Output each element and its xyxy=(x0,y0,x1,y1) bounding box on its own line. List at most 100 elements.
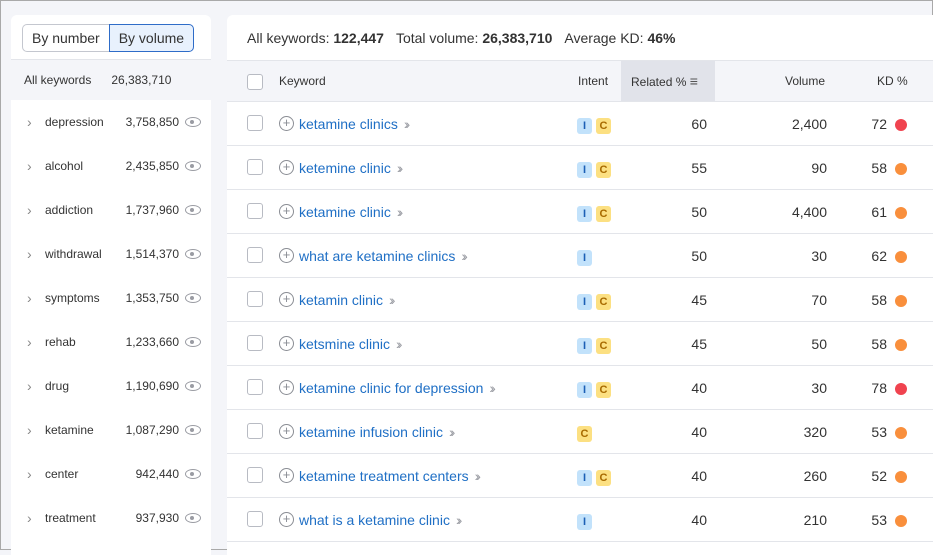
chevron-right-icon[interactable]: › xyxy=(27,334,37,350)
double-chevron-icon[interactable]: ›› xyxy=(456,512,463,528)
add-keyword-icon[interactable]: + xyxy=(279,336,294,351)
eye-icon[interactable] xyxy=(185,249,201,259)
keyword-group-item[interactable]: › drug 1,190,690 xyxy=(11,364,211,408)
related-cell: 50 xyxy=(691,248,707,264)
keyword-link[interactable]: ketamine infusion clinic xyxy=(299,424,443,440)
eye-icon[interactable] xyxy=(185,513,201,523)
eye-icon[interactable] xyxy=(185,293,201,303)
row-checkbox[interactable] xyxy=(247,335,263,351)
chevron-right-icon[interactable]: › xyxy=(27,378,37,394)
row-checkbox[interactable] xyxy=(247,159,263,175)
column-related[interactable]: Related % ≡ xyxy=(621,61,715,101)
keyword-link[interactable]: what are ketamine clinics xyxy=(299,248,455,264)
intent-badge: C xyxy=(596,118,611,134)
add-keyword-icon[interactable]: + xyxy=(279,380,294,395)
keyword-group-item[interactable]: › center 942,440 xyxy=(11,452,211,496)
add-keyword-icon[interactable]: + xyxy=(279,248,294,263)
double-chevron-icon[interactable]: ›› xyxy=(449,424,456,440)
total-volume-label: Total volume: xyxy=(395,29,479,46)
eye-icon[interactable] xyxy=(185,161,201,171)
column-volume[interactable]: Volume xyxy=(785,61,825,101)
add-keyword-icon[interactable]: + xyxy=(279,468,294,483)
eye-icon[interactable] xyxy=(185,337,201,347)
keyword-link[interactable]: ketsmine clinic xyxy=(299,336,390,352)
row-checkbox[interactable] xyxy=(247,423,263,439)
column-intent[interactable]: Intent xyxy=(578,61,608,101)
keywords-table-panel: All keywords: 122,447 Total volume: 26,3… xyxy=(227,15,933,555)
row-checkbox[interactable] xyxy=(247,467,263,483)
all-keywords-group[interactable]: All keywords 26,383,710 xyxy=(11,59,211,100)
group-mode-toggle: By number By volume xyxy=(22,24,195,52)
double-chevron-icon[interactable]: ›› xyxy=(389,292,396,308)
double-chevron-icon[interactable]: ›› xyxy=(461,248,468,264)
keyword-group-item[interactable]: › symptoms 1,353,750 xyxy=(11,276,211,320)
volume-cell: 210 xyxy=(803,512,827,528)
chevron-right-icon[interactable]: › xyxy=(27,202,37,218)
group-name: ketamine xyxy=(45,423,94,437)
add-keyword-icon[interactable]: + xyxy=(279,160,294,175)
table-header: Keyword Intent Related % ≡ Volume KD % xyxy=(227,60,933,102)
kd-cell: 58 xyxy=(871,336,887,352)
keyword-group-item[interactable]: › depression 3,758,850 xyxy=(11,100,211,144)
row-checkbox[interactable] xyxy=(247,115,263,131)
double-chevron-icon[interactable]: ›› xyxy=(397,204,404,220)
eye-icon[interactable] xyxy=(185,117,201,127)
eye-icon[interactable] xyxy=(185,205,201,215)
add-keyword-icon[interactable]: + xyxy=(279,116,294,131)
chevron-right-icon[interactable]: › xyxy=(27,246,37,262)
by-number-button[interactable]: By number xyxy=(22,24,109,52)
volume-cell: 50 xyxy=(811,336,827,352)
keyword-link[interactable]: what is a ketamine clinic xyxy=(299,512,450,528)
keyword-link[interactable]: ketemine clinic xyxy=(299,160,391,176)
row-checkbox[interactable] xyxy=(247,379,263,395)
chevron-right-icon[interactable]: › xyxy=(27,466,37,482)
table-row: + ketamine clinics ›› IC 60 2,400 72 xyxy=(227,102,933,146)
chevron-right-icon[interactable]: › xyxy=(27,290,37,306)
keyword-link[interactable]: ketamine clinic xyxy=(299,204,391,220)
eye-icon[interactable] xyxy=(185,425,201,435)
keyword-link[interactable]: ketamine clinics xyxy=(299,116,398,132)
group-name: treatment xyxy=(45,511,96,525)
table-row: + ketamine clinic for depression ›› IC 40… xyxy=(227,366,933,410)
keyword-link[interactable]: ketamine treatment centers xyxy=(299,468,469,484)
keyword-group-item[interactable]: › withdrawal 1,514,370 xyxy=(11,232,211,276)
keyword-link[interactable]: ketamine clinic for depression xyxy=(299,380,483,396)
double-chevron-icon[interactable]: ›› xyxy=(397,160,404,176)
chevron-right-icon[interactable]: › xyxy=(27,422,37,438)
group-name: withdrawal xyxy=(45,247,102,261)
add-keyword-icon[interactable]: + xyxy=(279,424,294,439)
chevron-right-icon[interactable]: › xyxy=(27,158,37,174)
group-volume: 1,190,690 xyxy=(125,379,179,393)
keyword-link[interactable]: ketamin clinic xyxy=(299,292,383,308)
row-checkbox[interactable] xyxy=(247,511,263,527)
double-chevron-icon[interactable]: ›› xyxy=(475,468,482,484)
row-checkbox[interactable] xyxy=(247,247,263,263)
eye-icon[interactable] xyxy=(185,469,201,479)
chevron-right-icon[interactable]: › xyxy=(27,114,37,130)
column-kd[interactable]: KD % xyxy=(877,61,908,101)
kd-indicator xyxy=(895,251,907,263)
row-checkbox[interactable] xyxy=(247,291,263,307)
keyword-group-item[interactable]: › ketamine 1,087,290 xyxy=(11,408,211,452)
keyword-group-item[interactable]: › alcohol 2,435,850 xyxy=(11,144,211,188)
intent-badge: C xyxy=(596,294,611,310)
volume-cell: 70 xyxy=(811,292,827,308)
kd-cell: 62 xyxy=(871,248,887,264)
double-chevron-icon[interactable]: ›› xyxy=(404,116,411,132)
select-all-checkbox[interactable] xyxy=(247,74,263,90)
add-keyword-icon[interactable]: + xyxy=(279,292,294,307)
by-volume-button[interactable]: By volume xyxy=(108,24,195,52)
column-keyword[interactable]: Keyword xyxy=(279,61,326,101)
add-keyword-icon[interactable]: + xyxy=(279,204,294,219)
volume-cell: 320 xyxy=(803,424,827,440)
double-chevron-icon[interactable]: ›› xyxy=(396,336,403,352)
keyword-group-item[interactable]: › rehab 1,233,660 xyxy=(11,320,211,364)
add-keyword-icon[interactable]: + xyxy=(279,512,294,527)
chevron-right-icon[interactable]: › xyxy=(27,510,37,526)
keyword-group-item[interactable]: › treatment 937,930 xyxy=(11,496,211,540)
table-row: + ketamine clinic ›› IC 50 4,400 61 xyxy=(227,190,933,234)
eye-icon[interactable] xyxy=(185,381,201,391)
row-checkbox[interactable] xyxy=(247,203,263,219)
double-chevron-icon[interactable]: ›› xyxy=(489,380,496,396)
keyword-group-item[interactable]: › addiction 1,737,960 xyxy=(11,188,211,232)
